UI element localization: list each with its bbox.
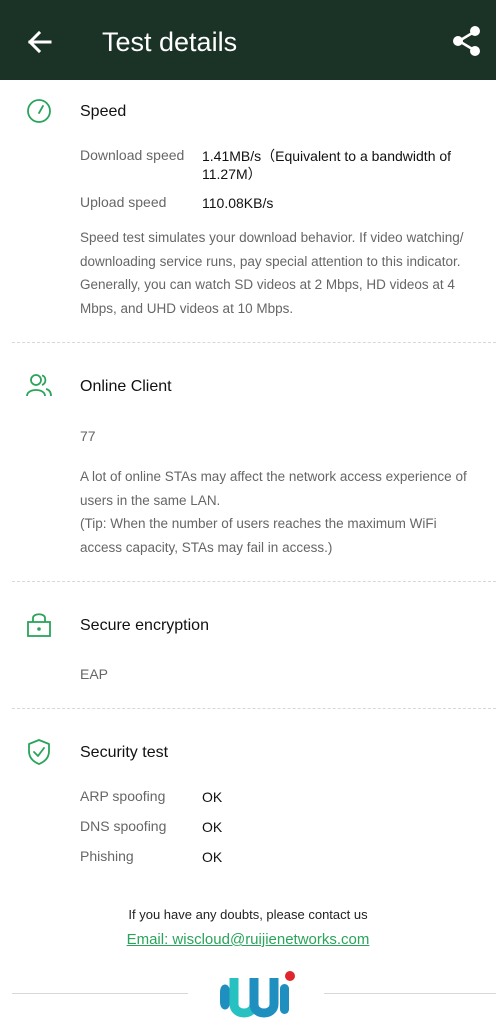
contact-text: If you have any doubts, please contact u… [128,907,368,922]
online-client-tip: (Tip: When the number of users reaches t… [80,516,437,555]
online-client-description: A lot of online STAs may affect the netw… [80,469,467,508]
security-section: Security test ARP spoofing OK DNS spoofi… [0,709,496,889]
email-link[interactable]: Email: wiscloud@ruijienetworks.com [0,931,496,948]
page-title: Test details [102,27,238,57]
share-button[interactable] [450,24,484,58]
speed-section: Speed Download speed 1.41MB/s（Equivalent… [0,80,496,342]
footer-divider-left [12,993,188,994]
upload-speed-value: 110.08KB/s [202,195,274,211]
online-client-count: 77 [80,428,96,444]
arp-spoofing-label: ARP spoofing [80,788,166,804]
dns-spoofing-label: DNS spoofing [80,818,167,834]
speed-title: Speed [80,103,127,120]
users-icon [24,371,54,401]
shield-check-icon [24,737,54,767]
arp-spoofing-value: OK [202,789,223,805]
arrow-left-icon [27,30,52,54]
online-client-title: Online Client [80,378,172,395]
phishing-label: Phishing [80,848,134,864]
share-icon [453,26,480,56]
footer-divider-right [324,993,496,994]
speedometer-icon [24,96,54,126]
download-speed-label: Download speed [80,147,185,163]
speed-description: Speed test simulates your download behav… [80,230,464,316]
encryption-title: Secure encryption [80,617,209,634]
encryption-value: EAP [80,666,109,682]
download-speed-value: 1.41MB/s（Equivalent to a bandwidth of 11… [202,148,452,182]
back-button[interactable] [22,24,58,60]
encryption-section: Secure encryption EAP [0,582,496,708]
lock-icon [24,610,54,640]
security-title: Security test [80,744,169,761]
phishing-value: OK [202,849,223,865]
top-app-bar: Test details [0,0,496,80]
wi-logo-icon [214,968,298,1022]
online-client-section: Online Client 77 A lot of online STAs ma… [0,343,496,581]
upload-speed-label: Upload speed [80,194,167,210]
dns-spoofing-value: OK [202,819,223,835]
